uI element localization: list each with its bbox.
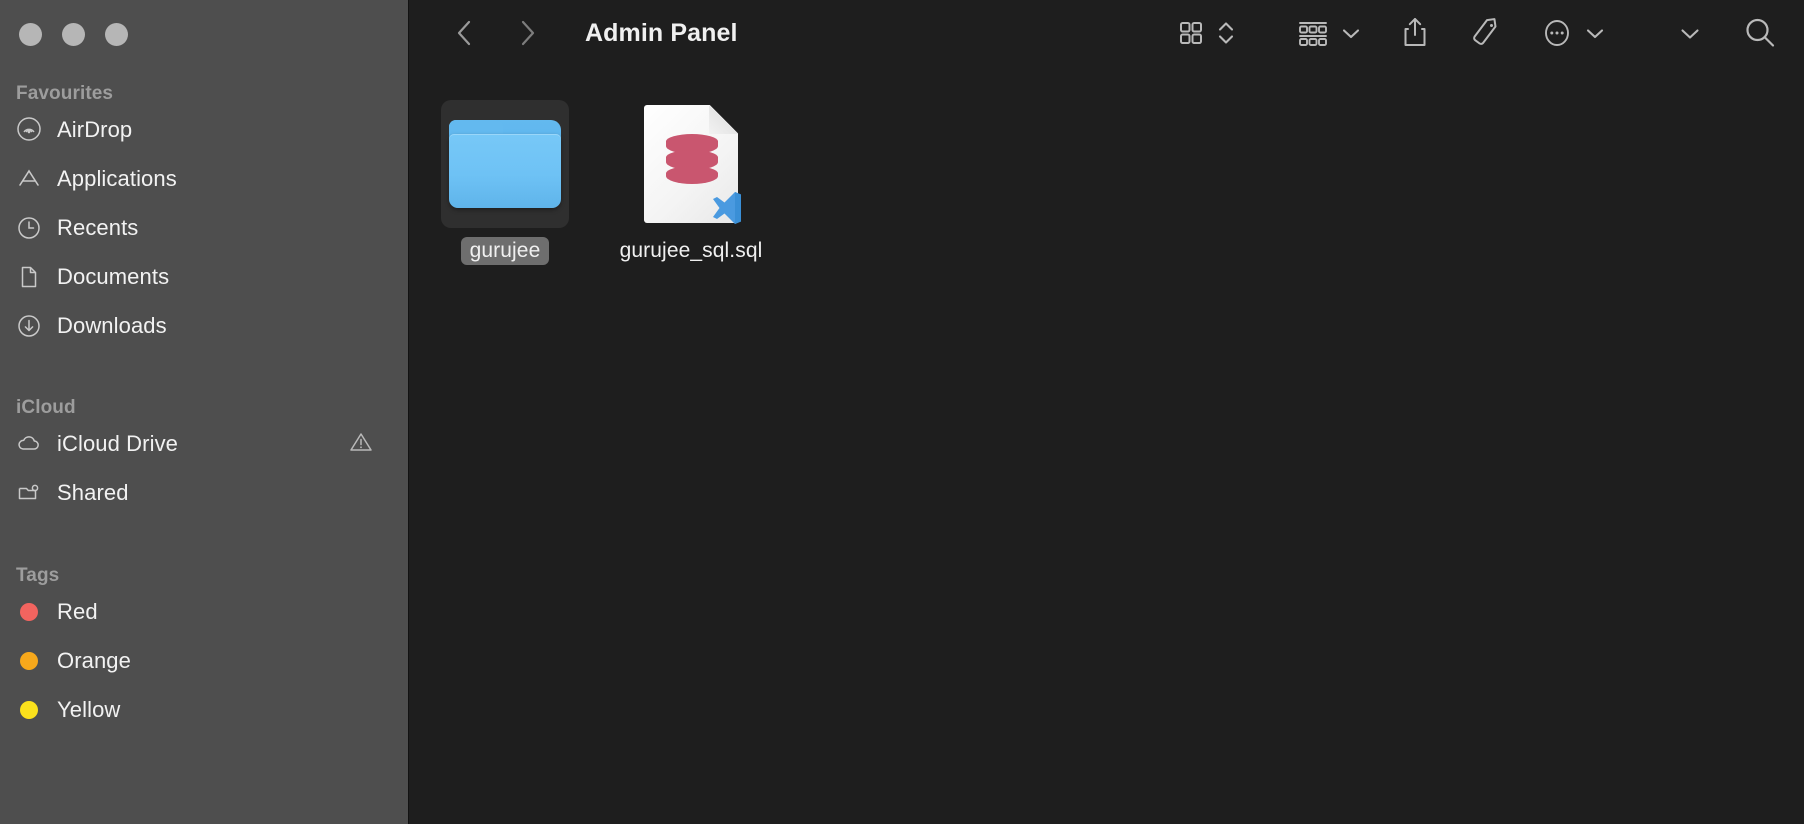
zoom-button[interactable] <box>105 23 128 46</box>
sidebar-item-downloads[interactable]: Downloads <box>0 301 408 350</box>
folder-thumbnail <box>441 100 569 228</box>
grid-view-icon[interactable] <box>1176 13 1206 53</box>
group-by-chevron-down-icon[interactable] <box>1340 13 1362 53</box>
file-item-folder[interactable]: gurujee <box>441 100 569 265</box>
sidebar-item-label: iCloud Drive <box>57 430 179 456</box>
sidebar-section-title: iCloud <box>16 397 76 418</box>
group-by-icon[interactable] <box>1296 13 1330 53</box>
back-button[interactable] <box>445 13 485 53</box>
sql-file-thumbnail <box>627 100 755 228</box>
main-area: Admin Panel gurujee gurujee_sql.sql <box>409 0 1804 824</box>
file-item-label[interactable]: gurujee <box>460 237 550 265</box>
search-icon[interactable] <box>1742 13 1778 53</box>
file-item-label[interactable]: gurujee_sql.sql <box>611 237 772 265</box>
tag-icon[interactable] <box>1468 13 1502 53</box>
tag-dot-icon <box>16 651 42 670</box>
sidebar-item-airdrop[interactable]: AirDrop <box>0 105 408 154</box>
warning-triangle-icon[interactable] <box>347 428 375 459</box>
download-icon <box>16 313 42 339</box>
sidebar-item-icloud-drive[interactable]: iCloud Drive <box>0 419 408 468</box>
vscode-badge-icon <box>704 187 746 229</box>
sidebar-item-label: Recents <box>57 214 139 240</box>
sidebar: Favourites AirDrop Applications Recents … <box>0 0 409 824</box>
sql-document-icon <box>644 105 741 224</box>
sidebar-item-tag-red[interactable]: Red <box>0 587 408 636</box>
sidebar-item-label: Documents <box>57 263 170 289</box>
cloud-icon <box>16 431 42 457</box>
sidebar-item-label: Downloads <box>57 312 167 338</box>
tag-dot-icon <box>16 602 42 621</box>
sidebar-item-applications[interactable]: Applications <box>0 154 408 203</box>
overflow-chevron-down-icon[interactable] <box>1678 13 1702 53</box>
sidebar-item-label: Orange <box>57 647 131 673</box>
folder-icon <box>449 120 561 208</box>
more-chevron-down-icon[interactable] <box>1584 13 1606 53</box>
file-grid: gurujee gurujee_sql.sql <box>409 66 1804 824</box>
sidebar-item-tag-orange[interactable]: Orange <box>0 636 408 685</box>
applications-icon <box>16 166 42 192</box>
sidebar-section-tags: Tags Red Orange Yellow <box>0 565 408 734</box>
close-button[interactable] <box>19 23 42 46</box>
file-item-sql[interactable]: gurujee_sql.sql <box>620 100 762 265</box>
shared-folder-icon <box>16 480 42 506</box>
sidebar-item-recents[interactable]: Recents <box>0 203 408 252</box>
sidebar-item-label: Shared <box>57 479 129 505</box>
minimize-button[interactable] <box>62 23 85 46</box>
finder-window: Favourites AirDrop Applications Recents … <box>0 0 1804 824</box>
sidebar-item-documents[interactable]: Documents <box>0 252 408 301</box>
sidebar-section-icloud: iCloud iCloud Drive Shared <box>0 397 408 517</box>
ellipsis-circle-icon[interactable] <box>1540 13 1574 53</box>
sidebar-section-favourites: Favourites AirDrop Applications Recents … <box>0 83 408 350</box>
clock-icon <box>16 215 42 241</box>
sidebar-item-label: Applications <box>57 165 177 191</box>
share-icon[interactable] <box>1400 13 1430 53</box>
airdrop-icon <box>16 116 42 143</box>
sidebar-item-label: Yellow <box>57 696 121 722</box>
sidebar-item-label: Red <box>57 598 98 624</box>
traffic-lights <box>0 0 408 46</box>
sidebar-item-shared[interactable]: Shared <box>0 468 408 517</box>
page-title: Admin Panel <box>585 18 738 47</box>
tag-dot-icon <box>16 700 42 719</box>
sidebar-section-title: Favourites <box>16 83 114 104</box>
toolbar: Admin Panel <box>409 0 1804 66</box>
forward-button[interactable] <box>507 13 547 53</box>
document-icon <box>16 264 42 290</box>
sidebar-item-label: AirDrop <box>57 116 133 142</box>
chevron-up-down-icon[interactable] <box>1216 13 1236 53</box>
sidebar-item-tag-yellow[interactable]: Yellow <box>0 685 408 734</box>
database-cylinder-icon <box>666 134 718 184</box>
sidebar-section-title: Tags <box>16 565 60 586</box>
